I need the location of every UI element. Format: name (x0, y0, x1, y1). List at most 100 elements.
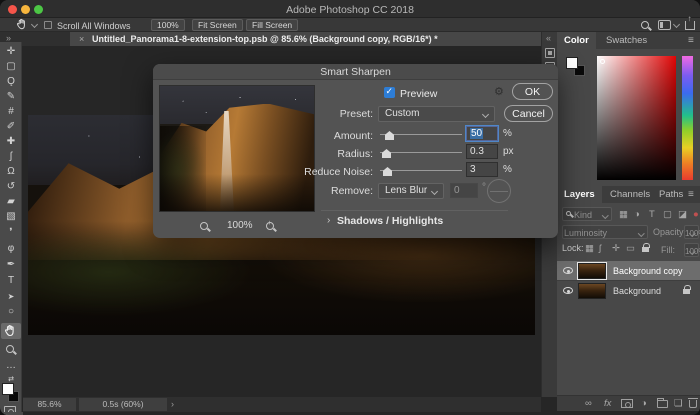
amount-input[interactable]: 50 (466, 126, 498, 141)
reduce-noise-slider-thumb[interactable] (383, 167, 392, 176)
pen-tool[interactable]: ✒ (0, 259, 22, 271)
reduce-noise-input[interactable]: 3 (466, 162, 498, 177)
layer-row-background-copy[interactable]: Background copy (557, 261, 700, 280)
zoom-100-button[interactable]: 100% (151, 19, 185, 31)
hue-strip[interactable] (682, 56, 693, 180)
filter-pin-icon[interactable]: ● (693, 209, 699, 220)
layer-thumbnail[interactable] (578, 263, 606, 279)
filter-pixel-layers-icon[interactable]: ▦ (619, 209, 628, 220)
type-tool[interactable]: T (0, 275, 22, 287)
radius-slider-track[interactable] (380, 152, 462, 153)
delete-layer-icon[interactable] (689, 400, 697, 408)
brush-tool[interactable]: ʃ (0, 151, 22, 163)
layer-style-fx-icon[interactable]: fx (604, 398, 611, 409)
workspace-chevron-icon[interactable] (673, 21, 680, 28)
preset-dropdown[interactable]: Custom (378, 106, 495, 122)
tab-color[interactable]: Color (557, 32, 596, 49)
preview-zoom-level[interactable]: 100% (227, 220, 253, 231)
tab-layers[interactable]: Layers (557, 186, 602, 203)
layer-filter-kind-dropdown[interactable]: Kind (562, 207, 612, 221)
scroll-all-windows-checkbox[interactable] (44, 21, 52, 29)
saturation-value-field[interactable] (597, 56, 676, 180)
document-tab[interactable]: × Untitled_Panorama1-8-extension-top.psb… (70, 32, 541, 46)
hand-tool[interactable] (4, 324, 18, 341)
collapsed-panel-icon[interactable] (545, 48, 555, 58)
shadows-highlights-chevron-icon[interactable]: › (327, 215, 330, 226)
path-select-tool[interactable]: ➤ (0, 291, 22, 303)
preview-zoom-out-icon[interactable] (200, 222, 208, 230)
blur-tool[interactable]: ❜ (0, 227, 22, 239)
filter-shape-layers-icon[interactable]: ▢ (663, 209, 672, 220)
add-mask-icon[interactable] (621, 399, 633, 408)
fill-dropdown[interactable]: 100% (684, 243, 699, 257)
close-tab-icon[interactable]: × (79, 34, 84, 44)
foreground-color-swatch[interactable] (2, 383, 14, 395)
layers-panel-menu-icon[interactable]: ≡ (688, 189, 694, 200)
blend-mode-value: Luminosity (564, 227, 607, 239)
fit-screen-button[interactable]: Fit Screen (192, 19, 243, 31)
lock-position-icon[interactable]: ✛ (612, 243, 620, 254)
color-fg-swatch[interactable] (566, 57, 578, 69)
lasso-tool[interactable]: Ǫ (0, 76, 22, 88)
fill-screen-button[interactable]: Fill Screen (246, 19, 298, 31)
layer-visibility-eye-icon[interactable] (563, 267, 573, 274)
adjustment-layer-icon[interactable]: ◑ (641, 398, 647, 409)
tool-preset-chevron-icon[interactable] (31, 21, 38, 28)
healing-brush-tool[interactable]: ✚ (0, 136, 22, 148)
ok-button[interactable]: OK (512, 83, 553, 100)
eraser-tool[interactable]: ▰ (0, 196, 22, 208)
filter-type-layers-icon[interactable]: T (649, 209, 655, 220)
more-tools-icon[interactable]: … (0, 360, 22, 372)
preview-zoom-in-icon[interactable] (266, 222, 274, 230)
history-brush-tool[interactable]: ↺ (0, 181, 22, 193)
color-picker-cursor[interactable] (600, 59, 605, 64)
tab-swatches[interactable]: Swatches (599, 32, 654, 49)
workspace-icon[interactable] (658, 20, 671, 30)
move-tool[interactable]: ✛ (0, 46, 22, 58)
status-zoom-level[interactable]: 85.6% (23, 398, 76, 411)
cancel-button[interactable]: Cancel (504, 105, 553, 122)
gradient-tool[interactable]: ▧ (0, 211, 22, 223)
marquee-tool[interactable]: ▢ (0, 61, 22, 73)
layer-row-background[interactable]: Background (557, 280, 700, 299)
gear-icon[interactable]: ⚙ (494, 85, 504, 98)
amount-slider-thumb[interactable] (385, 131, 394, 140)
lock-artboard-icon[interactable]: ▭ (626, 243, 635, 254)
search-icon[interactable] (641, 21, 649, 29)
remove-dropdown[interactable]: Lens Blur (378, 183, 444, 199)
lock-transparent-icon[interactable]: ▦ (585, 243, 594, 254)
zoom-tool[interactable] (6, 345, 14, 353)
shape-tool[interactable]: ○ (0, 306, 22, 318)
lock-all-icon[interactable] (642, 247, 649, 252)
preview-checkbox[interactable] (384, 87, 395, 98)
layer-name[interactable]: Background copy (613, 266, 683, 276)
color-panel-menu-icon[interactable]: ≡ (688, 35, 694, 46)
clone-stamp-tool[interactable]: Ω (0, 166, 22, 178)
layer-visibility-eye-icon[interactable] (563, 287, 573, 294)
share-icon[interactable] (685, 21, 695, 30)
status-chevron-icon[interactable]: › (171, 399, 174, 409)
blend-mode-dropdown[interactable]: Luminosity (562, 225, 648, 239)
eyedropper-tool[interactable]: ✐ (0, 121, 22, 133)
filter-adjustment-layers-icon[interactable]: ◑ (634, 209, 640, 220)
angle-value: 0 (454, 185, 460, 196)
layer-thumbnail[interactable] (578, 283, 606, 299)
link-layers-icon[interactable]: ∞ (585, 398, 592, 409)
opacity-dropdown[interactable]: 100% (684, 225, 699, 239)
radius-slider-thumb[interactable] (382, 149, 391, 158)
reduce-noise-slider-track[interactable] (380, 170, 462, 171)
crop-tool[interactable]: # (0, 106, 22, 118)
shadows-highlights-toggle[interactable]: Shadows / Highlights (337, 215, 443, 227)
quick-select-tool[interactable]: ✎ (0, 91, 22, 103)
dodge-tool[interactable]: φ (0, 243, 22, 255)
filter-smart-object-icon[interactable]: ◪ (678, 209, 687, 220)
tab-paths[interactable]: Paths (652, 186, 690, 203)
radius-input[interactable]: 0.3 (466, 144, 498, 159)
tab-channels[interactable]: Channels (603, 186, 657, 203)
new-layer-icon[interactable]: ❏ (674, 398, 683, 409)
dialog-title[interactable]: Smart Sharpen (153, 64, 558, 80)
lock-paint-icon[interactable]: ʃ (599, 243, 601, 254)
expand-panels-icon[interactable]: « (546, 33, 551, 43)
new-group-icon[interactable] (657, 400, 668, 408)
layer-name[interactable]: Background (613, 286, 661, 296)
